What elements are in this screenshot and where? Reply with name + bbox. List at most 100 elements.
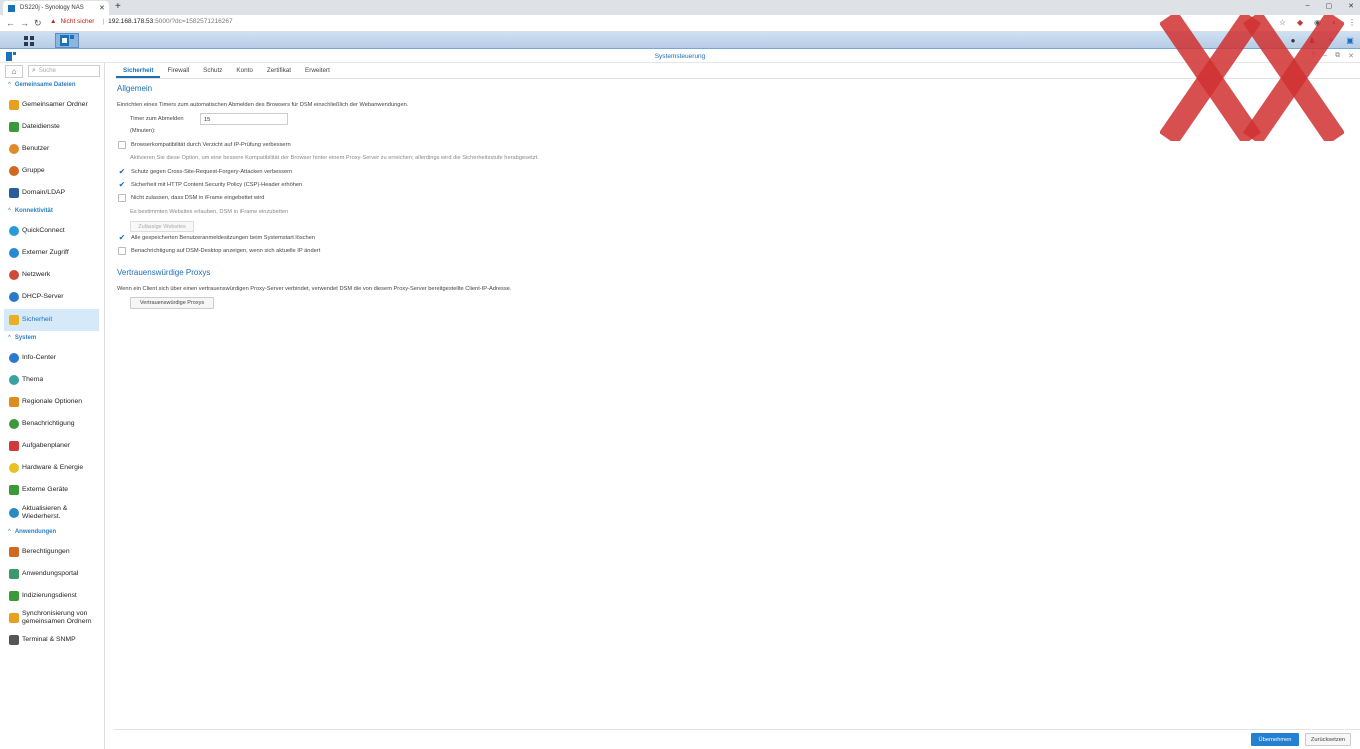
sidebar-item-task-scheduler[interactable]: Aufgabenplaner: [4, 439, 99, 453]
ip-check-checkbox[interactable]: [118, 141, 126, 149]
back-icon[interactable]: ←: [6, 18, 15, 28]
warning-icon: ▲: [50, 18, 57, 25]
extension-icon[interactable]: ◆: [1297, 18, 1303, 27]
user-icon[interactable]: ♟: [1306, 34, 1318, 46]
control-panel-icon: [60, 35, 74, 46]
sidebar-item-shared-folder-sync[interactable]: Synchronisierung von gemeinsamen Ordnern: [4, 608, 99, 628]
iframe-checkbox-row[interactable]: Nicht zulassen, dass DSM in iFrame einge…: [118, 194, 264, 202]
url-field[interactable]: ▲ Nicht sicher | 192.168.178.53 :5000/?d…: [50, 18, 233, 25]
sidebar-item-security[interactable]: Sicherheit: [4, 309, 99, 331]
sidebar-item-regional-options[interactable]: Regionale Optionen: [4, 395, 99, 409]
section-system[interactable]: ^ System: [8, 335, 36, 341]
shared-folder-icon: [9, 100, 19, 110]
sidebar-item-info-center[interactable]: Info-Center: [4, 351, 99, 365]
csp-checkbox-checked-icon[interactable]: ✔: [118, 181, 126, 189]
sidebar-item-privileges[interactable]: Berechtigungen: [4, 545, 99, 559]
csrf-checkbox-row[interactable]: ✔ Schutz gegen Cross-Site-Request-Forger…: [118, 168, 293, 176]
notify-ip-checkbox-row[interactable]: Benachrichtigung auf DSM-Desktop anzeige…: [118, 247, 320, 255]
url-path: :5000/?dc=1582571216267: [153, 18, 233, 25]
quickconnect-icon: [9, 226, 19, 236]
sidebar-item-external-devices[interactable]: Externe Geräte: [4, 483, 99, 497]
ip-check-label: Browserkompatibilität durch Verzicht auf…: [131, 142, 291, 148]
tab-bar: Sicherheit Firewall Schutz Konto Zertifi…: [116, 63, 337, 78]
sidebar-item-application-portal[interactable]: Anwendungsportal: [4, 567, 99, 581]
sidebar-item-theme[interactable]: Thema: [4, 373, 99, 387]
search-icon[interactable]: ⌕: [1325, 34, 1337, 46]
search-placeholder: Suche: [38, 68, 56, 74]
window-minimize-icon[interactable]: –: [1323, 52, 1327, 60]
window-restore-icon[interactable]: ⧉: [1335, 52, 1340, 60]
profile-icon[interactable]: ◉: [1314, 18, 1321, 27]
logout-timer-description: Einrichten eines Timers zum automatische…: [117, 102, 409, 108]
sidebar-item-notification[interactable]: Benachrichtigung: [4, 417, 99, 431]
widgets-icon[interactable]: ▣: [1344, 34, 1356, 46]
apply-button[interactable]: Übernehmen: [1251, 733, 1299, 746]
trusted-proxies-button[interactable]: Vertrauenswürdige Proxys: [130, 297, 214, 309]
search-icon: ⌕: [32, 67, 36, 74]
tab-protection[interactable]: Schutz: [196, 63, 229, 78]
url-separator: |: [102, 18, 105, 25]
home-button[interactable]: ⌂: [5, 65, 23, 78]
sidebar-item-terminal-snmp[interactable]: Terminal & SNMP: [4, 633, 99, 647]
section-applications[interactable]: ^ Anwendungen: [8, 529, 56, 535]
bookmark-star-icon[interactable]: ☆: [1279, 18, 1286, 27]
logout-timer-unit: (Minuten):: [130, 128, 156, 134]
sidebar-item-quickconnect[interactable]: QuickConnect: [4, 224, 99, 238]
sidebar-item-file-services[interactable]: Dateidienste: [4, 120, 99, 134]
reload-icon[interactable]: ↻: [34, 18, 42, 29]
clear-logins-checkbox-checked-icon[interactable]: ✔: [118, 234, 126, 242]
address-bar: ← → ↻ ▲ Nicht sicher | 192.168.178.53 :5…: [0, 15, 1360, 32]
iframe-checkbox[interactable]: [118, 194, 126, 202]
trusted-proxies-description: Wenn ein Client sich über einen vertraue…: [117, 286, 512, 292]
security-panel: Sicherheit Firewall Schutz Konto Zertifi…: [106, 63, 1360, 749]
sidebar-item-shared-folder[interactable]: Gemeinsamer Ordner: [4, 98, 99, 112]
search-input[interactable]: ⌕ Suche: [28, 65, 100, 77]
notification-icon: [9, 419, 19, 429]
allowed-sites-button[interactable]: Zulässige Websites: [130, 221, 194, 232]
reset-button[interactable]: Zurücksetzen: [1305, 733, 1351, 746]
csrf-checkbox-checked-icon[interactable]: ✔: [118, 168, 126, 176]
account-icon[interactable]: ◐: [1332, 18, 1337, 27]
chevron-up-icon: ^: [8, 208, 11, 214]
sidebar-item-network[interactable]: Netzwerk: [4, 268, 99, 282]
clear-logins-checkbox-row[interactable]: ✔ Alle gespeicherten Benutzeranmeldesitz…: [118, 234, 315, 242]
sidebar-item-indexing-service[interactable]: Indizierungsdienst: [4, 589, 99, 603]
sidebar-item-dhcp-server[interactable]: DHCP-Server: [4, 290, 99, 304]
menu-dots-icon[interactable]: ⋮: [1348, 18, 1356, 27]
sidebar-item-user[interactable]: Benutzer: [4, 142, 99, 156]
sidebar-item-group[interactable]: Gruppe: [4, 164, 99, 178]
tab-firewall[interactable]: Firewall: [160, 63, 196, 78]
new-tab-button[interactable]: +: [115, 1, 121, 12]
tab-account[interactable]: Konto: [229, 63, 259, 78]
csp-checkbox-row[interactable]: ✔ Sicherheit mit HTTP Content Security P…: [118, 181, 303, 189]
forward-icon[interactable]: →: [20, 18, 29, 28]
browser-toolbar-icons: ☆ ◆ ◉ ◐ ⋮: [1279, 18, 1356, 27]
calendar-icon: [9, 441, 19, 451]
tab-close-icon[interactable]: ✕: [99, 4, 109, 12]
main-menu-button[interactable]: [10, 33, 48, 48]
minimize-icon[interactable]: –: [1306, 2, 1310, 10]
close-window-icon[interactable]: ✕: [1348, 2, 1354, 10]
window-title: Systemsteuerung: [654, 53, 706, 60]
domain-icon: [9, 188, 19, 198]
logout-timer-input[interactable]: 15: [200, 113, 288, 125]
network-icon: [9, 270, 19, 280]
sidebar-item-domain-ldap[interactable]: Domain/LDAP: [4, 186, 99, 200]
section-connectivity[interactable]: ^ Konnektivität: [8, 208, 53, 214]
maximize-icon[interactable]: ▢: [1326, 2, 1333, 10]
tab-advanced[interactable]: Erweitert: [298, 63, 337, 78]
browser-tab[interactable]: DS220j - Synology NAS ✕: [3, 1, 109, 15]
tab-security[interactable]: Sicherheit: [116, 63, 161, 78]
section-shared-files[interactable]: ^ Gemeinsame Dateien: [8, 82, 76, 88]
chat-icon[interactable]: ●: [1287, 34, 1299, 46]
control-panel-taskbar-button[interactable]: [55, 33, 79, 48]
sidebar-item-hardware-power[interactable]: Hardware & Energie: [4, 461, 99, 475]
notify-ip-checkbox[interactable]: [118, 247, 126, 255]
sidebar-item-external-access[interactable]: Externer Zugriff: [4, 246, 99, 260]
security-warning[interactable]: Nicht sicher: [60, 18, 94, 25]
ip-check-checkbox-row[interactable]: Browserkompatibilität durch Verzicht auf…: [118, 141, 291, 149]
window-close-icon[interactable]: ✕: [1348, 52, 1354, 60]
sidebar-item-update-restore[interactable]: Aktualisieren & Wiederherst.: [4, 503, 99, 523]
help-icon[interactable]: ?: [1311, 52, 1315, 60]
tab-certificate[interactable]: Zertifikat: [260, 63, 298, 78]
